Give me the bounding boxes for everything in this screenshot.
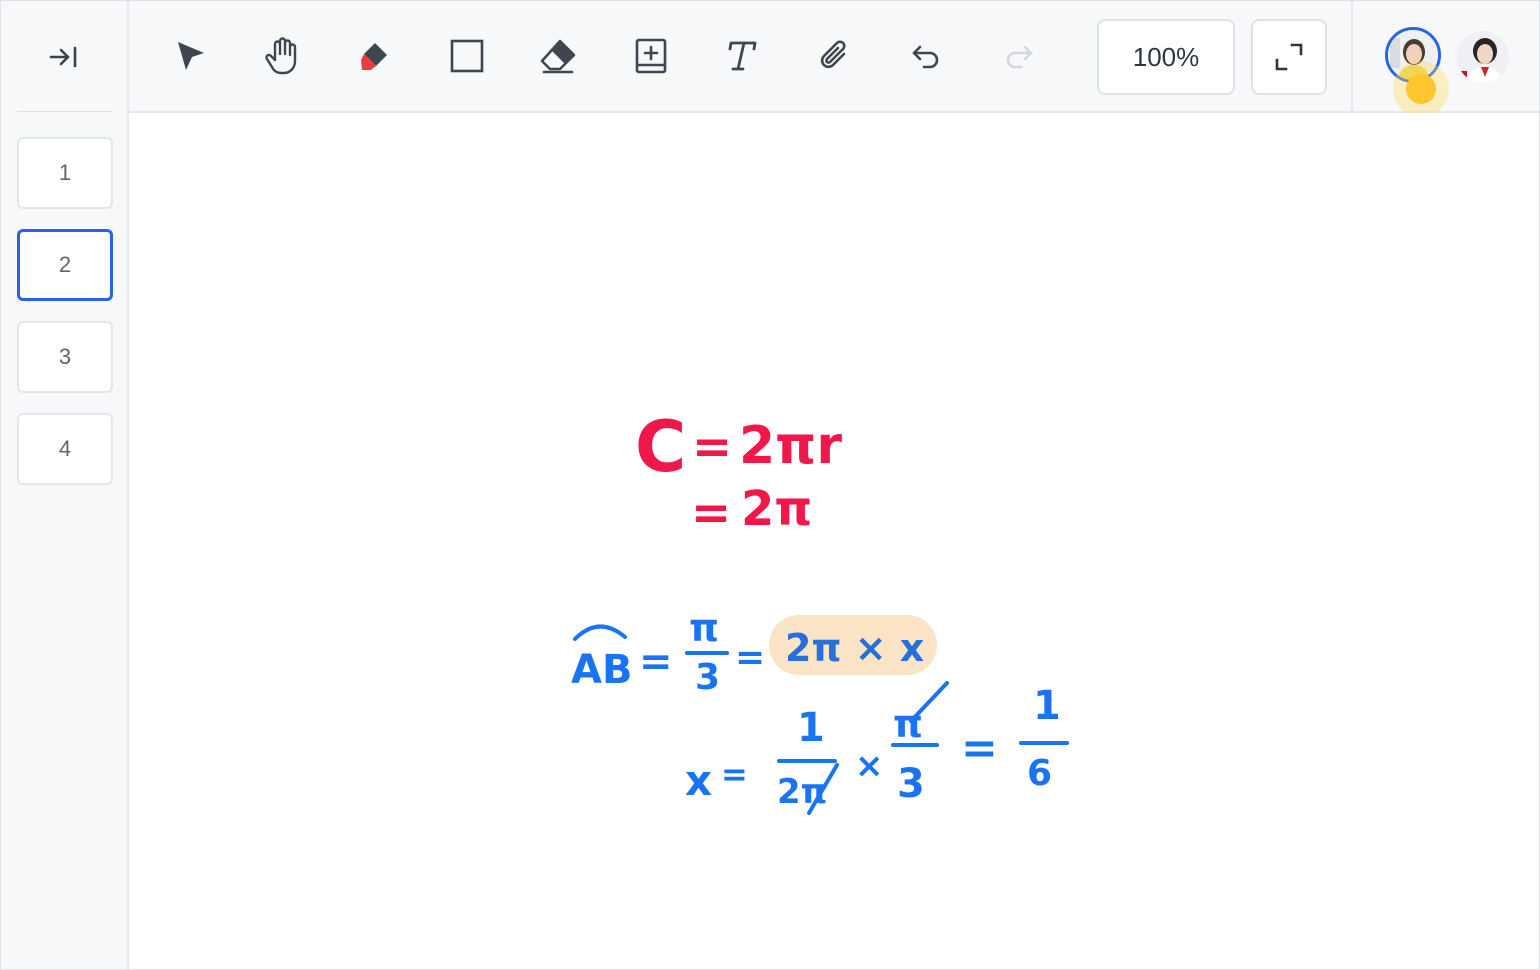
red-equation: C = 2πr = 2π [635, 406, 842, 541]
rectangle-icon [450, 39, 484, 73]
result-num: 1 [1033, 683, 1061, 729]
frac2-den: 3 [897, 761, 925, 807]
arc-mark [573, 624, 627, 641]
marker-tool-button[interactable] [351, 33, 397, 79]
eraser-icon [540, 39, 576, 74]
arc-ab-label: AB [571, 647, 632, 693]
page-thumb-1[interactable]: 1 [17, 137, 113, 209]
add-page-tool-button[interactable] [628, 33, 674, 79]
blue-equations: AB = π 3 = 2π × x x = 1 2π × π 3 = 1 6 [571, 606, 1069, 815]
blue-eq-4: = [961, 723, 998, 774]
whiteboard-canvas[interactable]: C = 2πr = 2π AB = π 3 = 2π × x x = 1 2π … [129, 113, 1539, 969]
page-number: 1 [58, 160, 72, 185]
text-tool-button[interactable] [719, 33, 765, 79]
fullscreen-icon [1275, 43, 1303, 71]
pan-tool-button[interactable] [259, 33, 305, 79]
page-sidebar: 1 2 3 4 [1, 1, 129, 969]
result-den: 6 [1027, 753, 1052, 794]
redo-button[interactable] [995, 33, 1041, 79]
participant-avatar-2[interactable] [1457, 31, 1509, 83]
zoom-level-button[interactable]: 100% [1097, 19, 1235, 95]
red-eq-1: = [692, 419, 732, 475]
blue-x: x [685, 756, 712, 805]
speaking-dot-icon [1393, 61, 1449, 117]
attachment-tool-button[interactable] [812, 33, 858, 79]
page-number: 4 [58, 436, 72, 461]
attachment-icon [820, 40, 846, 69]
red-rhs-1: 2πr [739, 416, 842, 476]
zoom-level-label: 100% [1132, 41, 1200, 72]
page-thumb-3[interactable]: 3 [17, 321, 113, 393]
frac1-num: 1 [797, 705, 825, 751]
blue-times: × [855, 746, 884, 786]
highlighted-term: 2π × x [785, 626, 924, 670]
collapse-right-icon [49, 46, 77, 68]
redo-icon [1006, 45, 1033, 69]
collapse-sidebar-button[interactable] [41, 39, 87, 75]
red-eq-2: = [691, 485, 731, 541]
fullscreen-button[interactable] [1251, 19, 1327, 95]
fraction-pi-num: π [689, 606, 719, 650]
blue-eq-1: = [639, 639, 673, 685]
select-tool-button[interactable] [167, 33, 213, 79]
marker-icon [361, 43, 387, 70]
undo-icon [912, 45, 939, 69]
frac2-num: π [893, 702, 923, 746]
page-number: 2 [58, 252, 72, 277]
add-page-icon [635, 38, 667, 74]
page-thumb-2[interactable]: 2 [17, 229, 113, 301]
page-list: 1 2 3 4 [17, 137, 113, 505]
select-arrow-icon [178, 42, 204, 70]
text-icon [728, 41, 757, 71]
sidebar-divider [17, 111, 113, 112]
participants-area [1351, 1, 1540, 117]
page-number: 3 [58, 344, 72, 369]
eraser-tool-button[interactable] [535, 33, 581, 79]
hand-pan-icon [265, 37, 297, 75]
red-c: C [635, 406, 686, 488]
rectangle-tool-button[interactable] [444, 33, 490, 79]
whiteboard-drawing: C = 2πr = 2π AB = π 3 = 2π × x x = 1 2π … [571, 406, 1069, 815]
red-rhs-2: 2π [741, 481, 812, 537]
undo-button[interactable] [904, 33, 950, 79]
toolbar: 100% [129, 1, 1540, 117]
avatar-portrait-icon [1457, 31, 1509, 83]
page-thumb-4[interactable]: 4 [17, 413, 113, 485]
fraction-3-den: 3 [695, 657, 720, 698]
blue-eq-2: = [735, 637, 765, 678]
whiteboard-app: 1 2 3 4 100% C = 2πr = 2π AB = π 3 = 2π … [0, 0, 1540, 970]
blue-eq-3: = [721, 755, 748, 793]
